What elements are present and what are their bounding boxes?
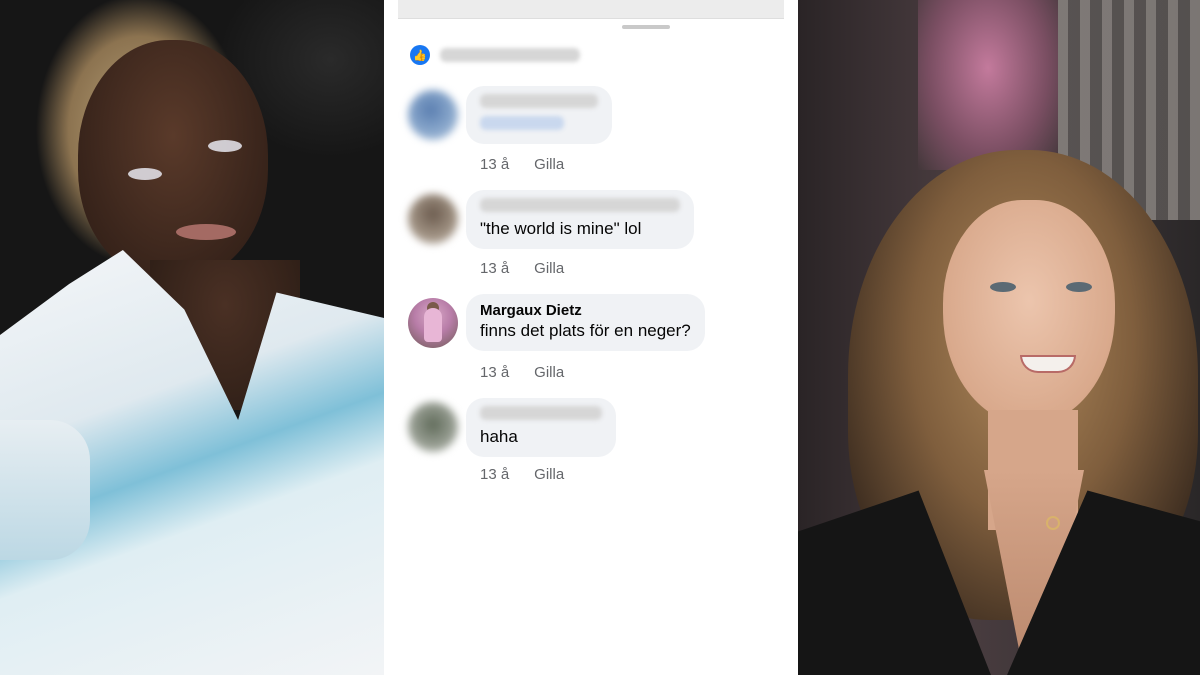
left-photo	[0, 0, 384, 675]
like-link[interactable]: Gilla	[534, 466, 564, 483]
comment-time[interactable]: 13 å	[480, 156, 530, 173]
facebook-comments-screenshot: 👍 13 å Gilla "the world is mine" lol 13 …	[384, 0, 798, 675]
lips	[176, 224, 236, 240]
comment-time[interactable]: 13 å	[480, 466, 530, 483]
avatar[interactable]	[408, 298, 458, 348]
blurred-text	[480, 116, 564, 130]
avatar[interactable]	[408, 402, 458, 452]
thumbs-up-icon: 👍	[410, 45, 430, 65]
sleeve	[0, 420, 90, 560]
comment-text: haha	[480, 427, 518, 446]
sheet-grabber[interactable]	[622, 25, 670, 29]
comment-bubble: "the world is mine" lol	[466, 190, 694, 249]
commenter-name[interactable]: Margaux Dietz	[480, 302, 691, 320]
top-bar	[398, 0, 784, 19]
comment-meta: 13 å Gilla	[480, 260, 564, 277]
comment-bubble: haha	[466, 398, 616, 457]
like-link[interactable]: Gilla	[534, 260, 564, 277]
eye	[990, 282, 1016, 292]
eye	[128, 168, 162, 180]
comment-time[interactable]: 13 å	[480, 260, 530, 277]
reactions-row[interactable]: 👍	[410, 44, 580, 66]
avatar-figure	[424, 308, 442, 342]
avatar[interactable]	[408, 90, 458, 140]
avatar[interactable]	[408, 194, 458, 244]
eye	[1066, 282, 1092, 292]
face	[943, 200, 1115, 425]
comment-meta: 13 å Gilla	[480, 364, 564, 381]
blurred-name	[480, 406, 602, 420]
blurred-name	[480, 198, 680, 212]
comment-text: "the world is mine" lol	[480, 219, 642, 238]
comment-time[interactable]: 13 å	[480, 364, 530, 381]
comment-text: finns det plats för en neger?	[480, 321, 691, 340]
blurred-reactors	[440, 48, 580, 62]
comment-meta: 13 å Gilla	[480, 156, 564, 173]
right-photo	[798, 0, 1200, 675]
eye	[208, 140, 242, 152]
background-light	[918, 0, 1058, 170]
like-link[interactable]: Gilla	[534, 364, 564, 381]
blurred-name	[480, 94, 598, 108]
comment-meta: 13 å Gilla	[480, 466, 564, 483]
comment-bubble: Margaux Dietz finns det plats för en neg…	[466, 294, 705, 351]
necklace-pendant	[1046, 516, 1060, 530]
like-link[interactable]: Gilla	[534, 156, 564, 173]
face	[78, 40, 268, 280]
comment-bubble	[466, 86, 612, 144]
